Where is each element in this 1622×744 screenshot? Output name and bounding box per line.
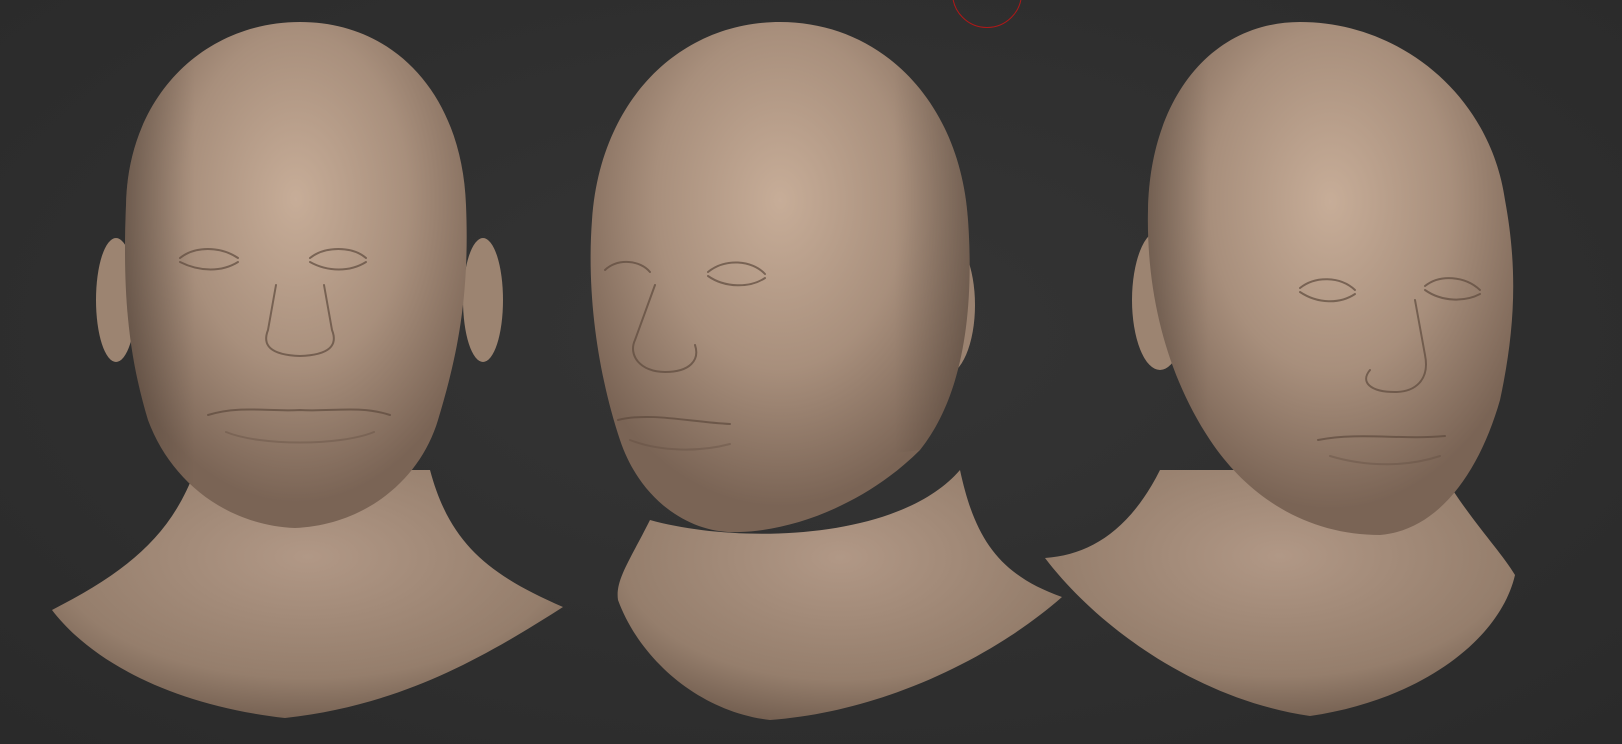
head-model-three-quarter-right[interactable] (1045, 22, 1515, 716)
face-shading (124, 22, 300, 528)
ear-right (463, 238, 503, 362)
head-model-three-quarter-left[interactable] (590, 22, 1062, 720)
head-model-front[interactable] (52, 22, 563, 718)
viewport-canvas[interactable] (0, 0, 1622, 744)
sculpt-viewport[interactable] (0, 0, 1622, 744)
